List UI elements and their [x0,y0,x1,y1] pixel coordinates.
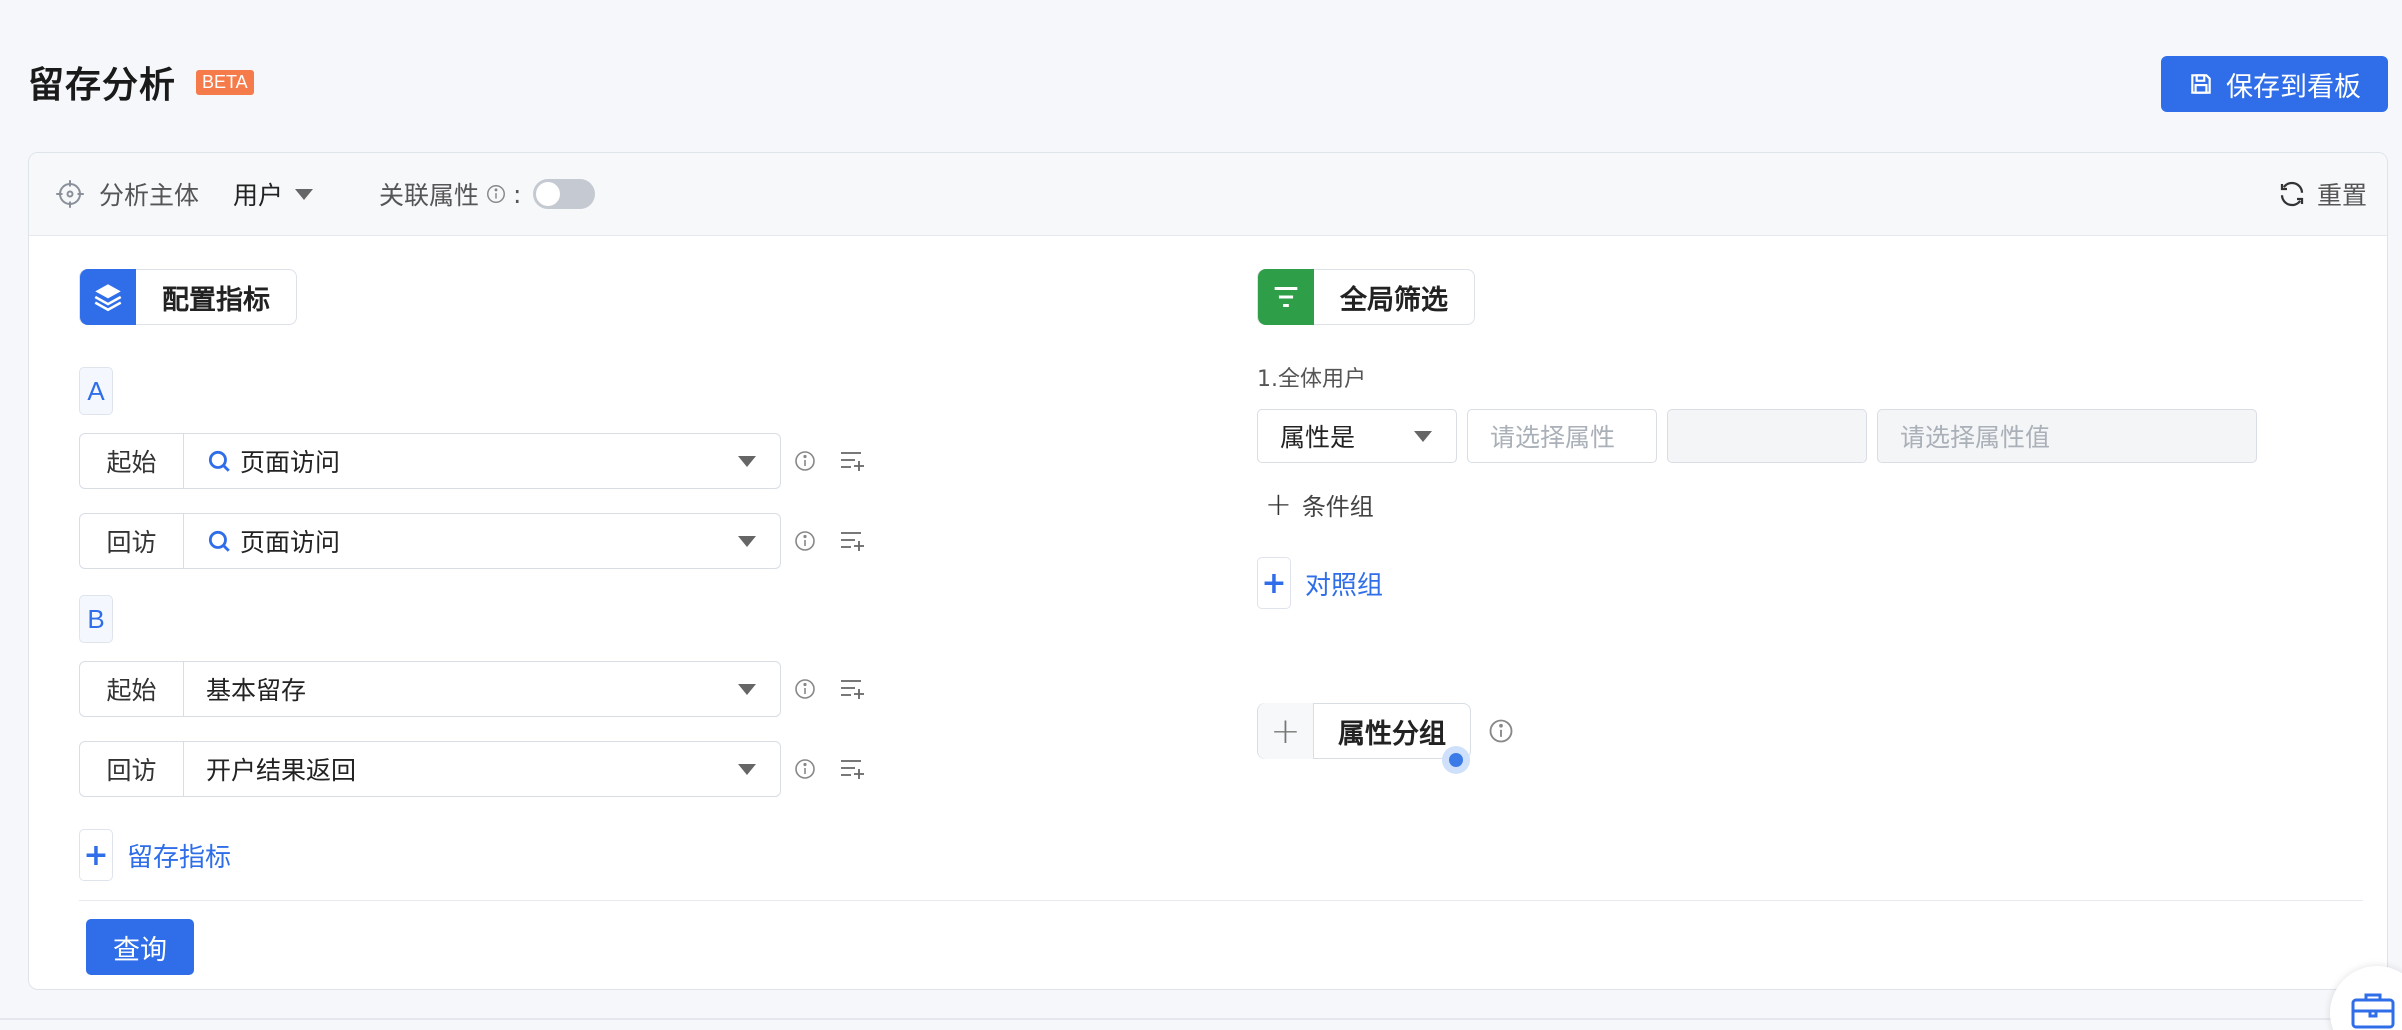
reset-label: 重置 [2316,181,2367,210]
info-icon[interactable] [1487,717,1515,745]
reset-button[interactable]: 重置 [2277,176,2367,212]
filter-condition-row: 属性是 请选择属性 请选择属性值 [1257,409,2257,463]
toolbar: 分析主体 用户 关联属性 : 重置 [29,153,2387,236]
search-icon [208,530,230,552]
attr-op-value: 属性是 [1280,423,1356,452]
drag-handle[interactable] [1442,746,1470,774]
add-compare-group-button[interactable]: + 对照组 [1257,557,1383,609]
crosshair-icon [56,180,84,208]
add-compare-group-label: 对照组 [1305,570,1384,601]
save-icon [2191,74,2211,94]
layers-icon [80,269,136,325]
toolbox-icon [2351,993,2395,1029]
attr-placeholder: 请选择属性 [1490,423,1616,452]
info-icon[interactable] [793,757,817,781]
filter-section-header: 全局筛选 [1257,269,1475,325]
plus-icon: + [1258,703,1314,759]
operator-select[interactable] [1667,409,1867,463]
filter-list-add-icon[interactable] [839,676,867,702]
filter-section-label: 全局筛选 [1340,284,1448,316]
add-retention-metric-button[interactable]: + 留存指标 [79,829,231,881]
caret-down-icon [738,536,756,547]
event-value: 页面访问 [240,448,341,477]
attr-group: + 属性分组 [1257,703,1515,774]
attr-group-button[interactable]: + 属性分组 [1257,703,1471,774]
event-select[interactable]: 基本留存 [183,661,781,717]
save-to-dashboard-label: 保存到看板 [2226,71,2361,103]
assoc-attr: 关联属性 : [379,176,596,212]
info-icon[interactable] [793,449,817,473]
attr-group-label: 属性分组 [1338,718,1446,750]
row-label: 回访 [79,513,183,569]
group-tag-a: A [79,367,113,415]
assoc-label: 关联属性 [379,181,480,210]
beta-badge: BETA [196,69,254,95]
info-icon[interactable] [793,529,817,553]
filter-list-add-icon[interactable] [839,756,867,782]
add-condition-group-label: 条件组 [1301,492,1374,521]
filter-list-add-icon[interactable] [839,528,867,554]
metrics-section-header: 配置指标 [79,269,297,325]
plus-icon: + [79,829,113,881]
row-label: 起始 [79,433,183,489]
event-select[interactable]: 页面访问 [183,433,781,489]
caret-down-icon [295,188,314,200]
subject-value: 用户 [233,181,284,210]
caret-down-icon [738,684,756,695]
filter-icon [1258,269,1314,325]
group-tag-b: B [79,595,113,643]
filter-group-title: 1.全体用户 [1257,367,1366,392]
metric-row-a-start: 起始 页面访问 [79,433,867,489]
toggle-knob [536,182,561,206]
subject-select[interactable]: 用户 [233,176,314,212]
event-value: 开户结果返回 [206,756,357,785]
refresh-icon [2280,181,2304,207]
save-to-dashboard-button[interactable]: 保存到看板 [2161,56,2388,112]
attr-value-select[interactable]: 请选择属性值 [1877,409,2257,463]
plus-icon: + [1257,557,1291,609]
add-retention-metric-label: 留存指标 [127,842,232,873]
attr-select[interactable]: 请选择属性 [1467,409,1657,463]
subject-label: 分析主体 [99,181,200,210]
event-value: 基本留存 [206,676,307,705]
metrics-section-label: 配置指标 [162,284,270,316]
assoc-colon: : [513,179,522,209]
info-icon[interactable] [793,677,817,701]
metric-row-b-start: 起始 基本留存 [79,661,867,717]
search-icon [208,450,230,472]
caret-down-icon [1414,431,1432,442]
bottom-divider [0,1018,2402,1020]
assoc-toggle[interactable] [533,179,596,209]
metric-row-b-return: 回访 开户结果返回 [79,741,867,797]
metric-row-a-return: 回访 页面访问 [79,513,867,569]
analysis-card: 分析主体 用户 关联属性 : 重置 配置指标 A 起始 页面访问 回访 页面访问… [28,152,2388,990]
caret-down-icon [738,456,756,467]
add-condition-group-button[interactable]: + 条件组 [1265,485,1374,523]
page-title: 留存分析 [28,65,177,106]
row-label: 起始 [79,661,183,717]
value-placeholder: 请选择属性值 [1900,423,2051,452]
attr-op-select[interactable]: 属性是 [1257,409,1457,463]
event-select[interactable]: 页面访问 [183,513,781,569]
row-label: 回访 [79,741,183,797]
filter-list-add-icon[interactable] [839,448,867,474]
query-button[interactable]: 查询 [86,919,194,975]
event-select[interactable]: 开户结果返回 [183,741,781,797]
caret-down-icon [738,764,756,775]
plus-icon: + [1265,485,1292,523]
info-icon[interactable] [485,183,507,205]
divider [79,900,2363,901]
page-header: 留存分析 BETA [28,56,254,108]
event-value: 页面访问 [240,528,341,557]
